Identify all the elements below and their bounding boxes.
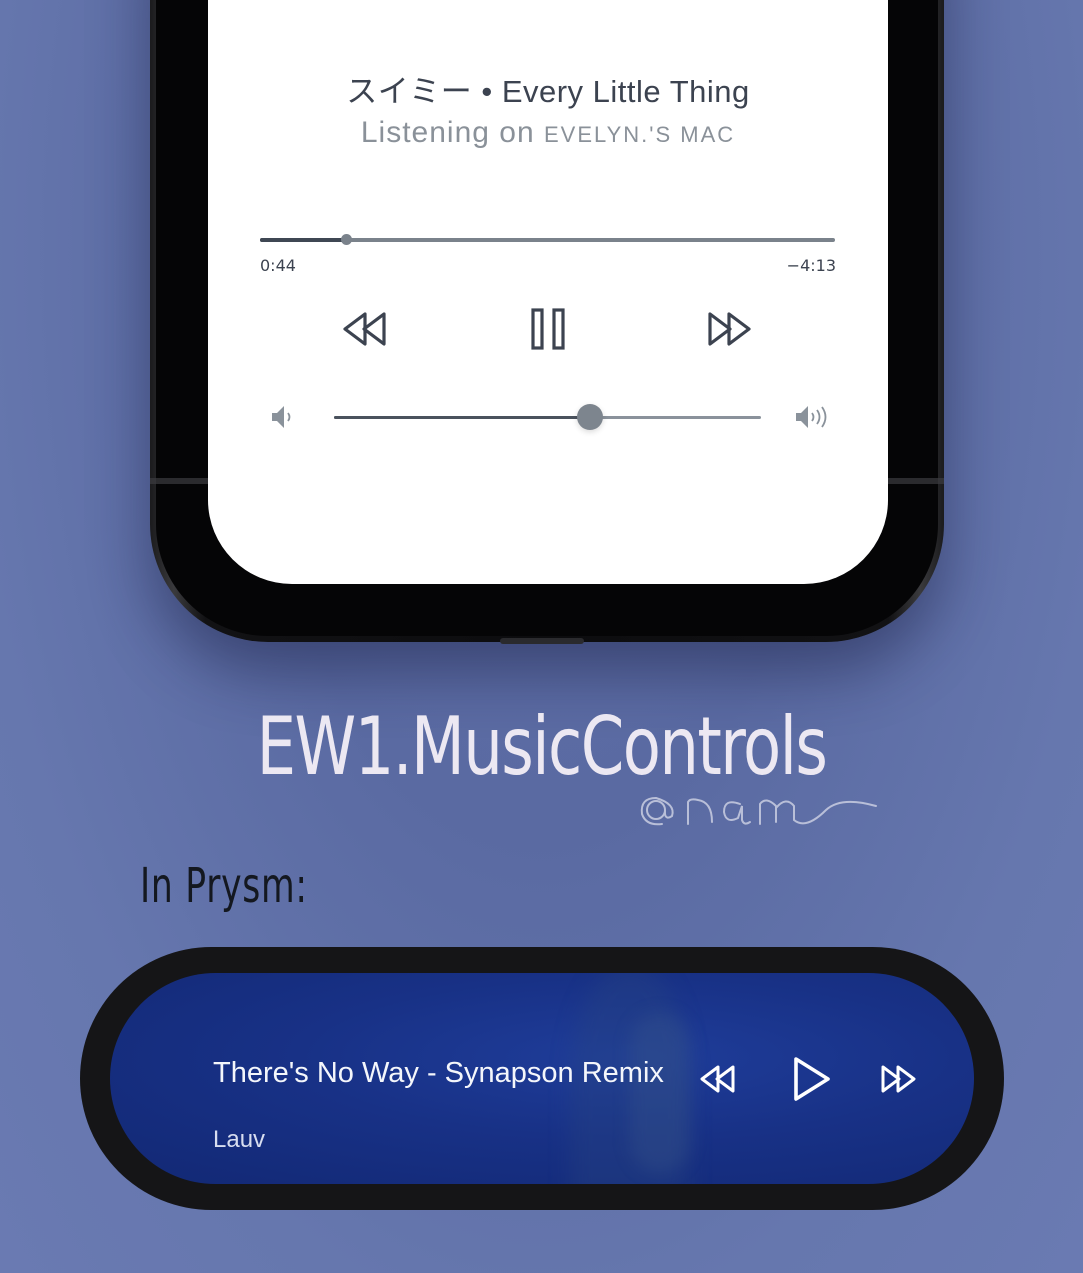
phone-frame: スイミー • Every Little Thing Listening on E… (150, 0, 944, 644)
volume-knob[interactable] (577, 404, 604, 430)
pause-icon (531, 308, 565, 350)
rewind-icon (700, 1065, 735, 1093)
fast-forward-button[interactable] (702, 302, 756, 356)
prysm-heading: In Prysm: (140, 858, 308, 914)
listening-on-label: Listening on EVELYN.'S MAC (208, 116, 888, 150)
lightning-port (500, 638, 584, 644)
device-name: EVELYN.'S MAC (543, 122, 736, 147)
prysm-music-widget: There's No Way - Synapson Remix Lauv (110, 973, 974, 1184)
prysm-widget-frame: There's No Way - Synapson Remix Lauv (80, 947, 1004, 1210)
rewind-button[interactable] (338, 302, 392, 356)
artwork-figure (630, 1013, 690, 1173)
prysm-rewind-button[interactable] (698, 1059, 738, 1103)
fast-forward-icon (708, 312, 751, 346)
volume-low-icon (272, 406, 291, 428)
prysm-fast-forward-button[interactable] (878, 1059, 918, 1103)
music-controls-screen: スイミー • Every Little Thing Listening on E… (208, 0, 888, 584)
volume-high-icon (796, 406, 827, 428)
listening-prefix: Listening on (360, 116, 544, 149)
remaining-time: −4:13 (786, 256, 836, 275)
now-playing-title: スイミー • Every Little Thing (346, 74, 750, 109)
scrubber-knob[interactable] (341, 234, 353, 245)
prysm-track-artist: Lauv (213, 1126, 266, 1153)
prysm-track-title: There's No Way - Synapson Remix (213, 1057, 664, 1089)
play-icon (794, 1057, 830, 1101)
prysm-play-button[interactable] (786, 1053, 836, 1109)
scrubber-track[interactable] (260, 234, 835, 245)
volume-level (334, 416, 591, 419)
volume-slider[interactable] (334, 404, 761, 430)
scrubber-progress (260, 238, 347, 242)
fast-forward-icon (881, 1065, 916, 1093)
elapsed-time: 0:44 (260, 256, 296, 275)
pause-button[interactable] (521, 302, 575, 356)
signature-logo (640, 796, 877, 826)
rewind-icon (343, 312, 386, 346)
